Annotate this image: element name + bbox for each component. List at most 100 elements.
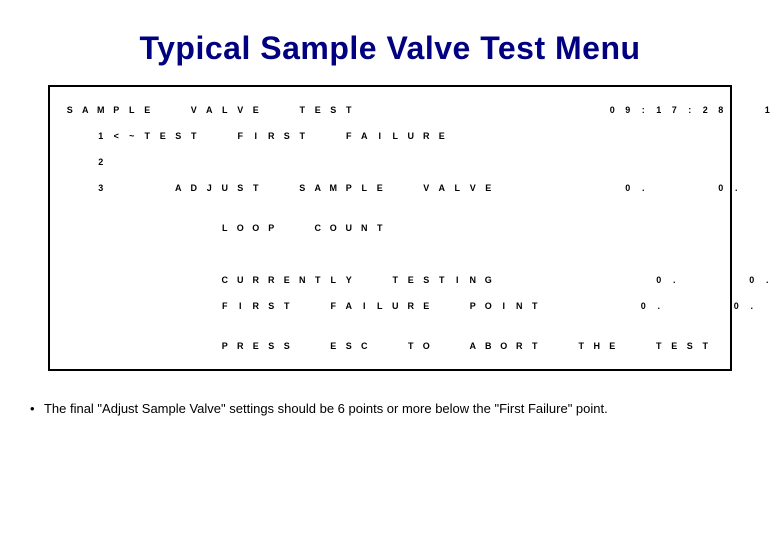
terminal-char: . (760, 275, 776, 285)
terminal-char: 1 (760, 105, 776, 115)
terminal-char: J (202, 183, 218, 193)
terminal-char: F (326, 301, 342, 311)
terminal-char: T (388, 275, 404, 285)
terminal-char: L (326, 275, 342, 285)
terminal-char: N (512, 301, 528, 311)
terminal-char: E (481, 183, 497, 193)
terminal-char: A (171, 183, 187, 193)
terminal-row: 2SEN1SEN2SEN3 (62, 149, 718, 175)
terminal-char: E (667, 341, 683, 351)
terminal-char: S (279, 131, 295, 141)
terminal-char: P (217, 341, 233, 351)
terminal-char: I (248, 131, 264, 141)
terminal-char: 9 (620, 105, 636, 115)
terminal-char: P (341, 183, 357, 193)
terminal-char: R (248, 301, 264, 311)
terminal-char: 3 (93, 183, 109, 193)
terminal-char: T (651, 341, 667, 351)
terminal-char: R (233, 341, 249, 351)
terminal-char: 0 (651, 275, 667, 285)
terminal-char: O (248, 223, 264, 233)
terminal-char: C (217, 275, 233, 285)
terminal-char: I (357, 301, 373, 311)
terminal-char: P (465, 301, 481, 311)
terminal-row: SEN1SEN2SEN3 (62, 241, 718, 267)
terminal-char: U (341, 223, 357, 233)
terminal-char: M (93, 105, 109, 115)
terminal-char: S (341, 341, 357, 351)
terminal-char: C (310, 223, 326, 233)
terminal-char: S (419, 275, 435, 285)
terminal-char: S (233, 183, 249, 193)
terminal-char: 0 (620, 183, 636, 193)
terminal-char: T (295, 131, 311, 141)
terminal-char: F (217, 301, 233, 311)
terminal-char: . (667, 275, 683, 285)
footer-note: • The final "Adjust Sample Valve" settin… (0, 371, 780, 416)
terminal-char: E (326, 341, 342, 351)
terminal-char: E (403, 275, 419, 285)
terminal-char: T (186, 131, 202, 141)
terminal-char: 8 (713, 105, 729, 115)
bullet-icon: • (30, 401, 35, 416)
terminal-char: 0 (605, 105, 621, 115)
terminal-char: L (124, 105, 140, 115)
terminal-char: V (419, 183, 435, 193)
terminal-char: R (264, 275, 280, 285)
terminal-char: A (78, 105, 94, 115)
terminal-row: FIRSTFAILUREPOINT0.0.0 (62, 293, 718, 319)
terminal-char: I (233, 301, 249, 311)
terminal-char: U (233, 275, 249, 285)
terminal-char: B (481, 341, 497, 351)
terminal-char: 1 (93, 131, 109, 141)
terminal-char: 0 (713, 183, 729, 193)
terminal-char: A (341, 301, 357, 311)
terminal-char: I (450, 275, 466, 285)
terminal-char: Y (341, 275, 357, 285)
terminal-char: L (357, 183, 373, 193)
terminal-char: . (651, 301, 667, 311)
terminal-row: PRESSESCTOABORTTHETEST (62, 333, 718, 359)
terminal-char: L (450, 183, 466, 193)
terminal-row: SAMPLEVALVETEST09:17:2812-09-02 (62, 97, 718, 123)
terminal-char: A (310, 183, 326, 193)
terminal-char: R (264, 131, 280, 141)
terminal-char: T (527, 341, 543, 351)
terminal-char: : (636, 105, 652, 115)
terminal-char: S (62, 105, 78, 115)
terminal-char: E (155, 131, 171, 141)
terminal-row: 3ADJUSTSAMPLEVALVE0.0.0 (62, 175, 718, 201)
terminal-char: T (527, 301, 543, 311)
terminal-char: P (264, 223, 280, 233)
terminal-char: L (388, 131, 404, 141)
terminal-char: F (233, 131, 249, 141)
terminal-row (62, 319, 718, 333)
terminal-char: ~ (124, 131, 140, 141)
terminal-char: M (326, 183, 342, 193)
terminal-row: 1<~TESTFIRSTFAILURE (62, 123, 718, 149)
terminal-char: E (372, 183, 388, 193)
terminal-char: T (295, 105, 311, 115)
terminal-char: T (341, 105, 357, 115)
terminal-char: A (465, 341, 481, 351)
terminal-char: E (419, 301, 435, 311)
terminal-char: O (496, 341, 512, 351)
terminal-display: SAMPLEVALVETEST09:17:2812-09-021<~TESTFI… (48, 85, 732, 371)
terminal-char: T (140, 131, 156, 141)
terminal-char: N (357, 223, 373, 233)
terminal-char: R (403, 301, 419, 311)
terminal-char: T (310, 275, 326, 285)
terminal-char: N (295, 275, 311, 285)
terminal-char: : (682, 105, 698, 115)
terminal-char: A (357, 131, 373, 141)
terminal-char: V (233, 105, 249, 115)
terminal-char: F (341, 131, 357, 141)
terminal-char: A (434, 183, 450, 193)
terminal-char: S (326, 105, 342, 115)
terminal-char: 2 (93, 157, 109, 167)
terminal-char: . (636, 183, 652, 193)
terminal-char: 0 (744, 275, 760, 285)
terminal-char: T (403, 341, 419, 351)
terminal-char: 2 (775, 105, 780, 115)
terminal-char: U (403, 131, 419, 141)
